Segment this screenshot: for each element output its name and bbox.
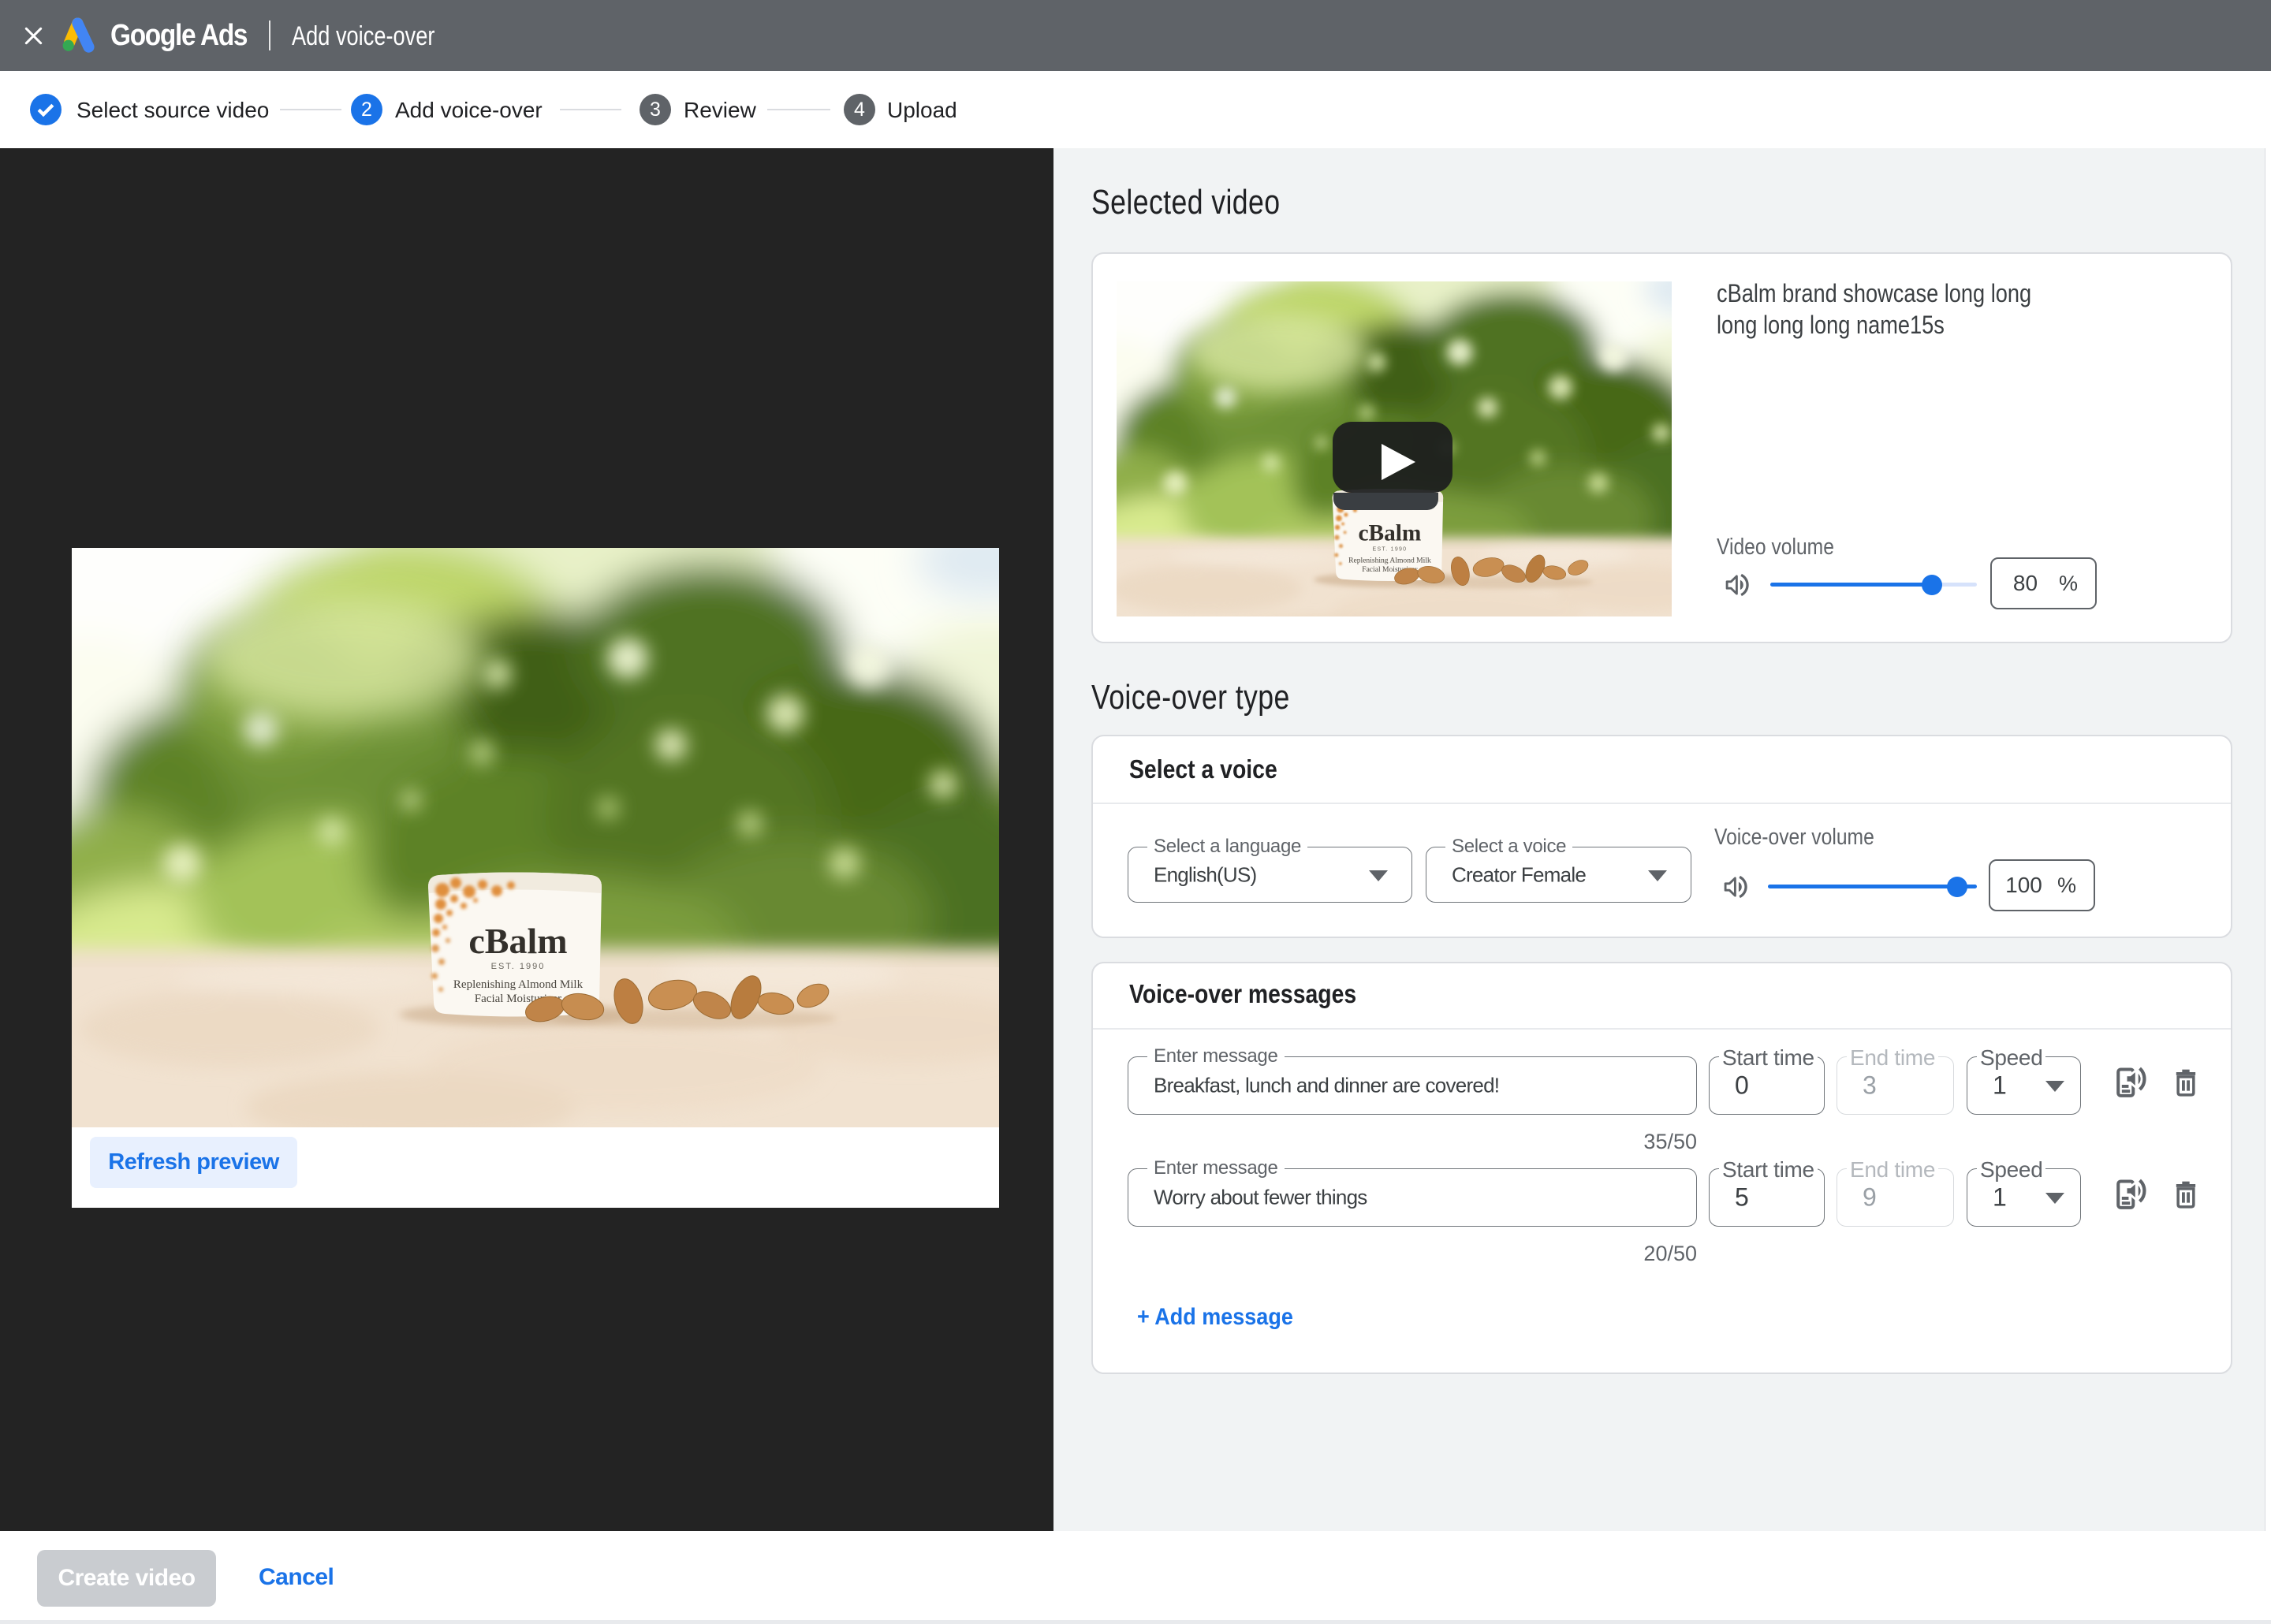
svg-text:EST. 1990: EST. 1990 bbox=[1373, 546, 1408, 552]
svg-text:Replenishing Almond Milk: Replenishing Almond Milk bbox=[1348, 557, 1431, 565]
svg-text:EST. 1990: EST. 1990 bbox=[491, 962, 546, 971]
svg-text:Replenishing Almond Milk: Replenishing Almond Milk bbox=[453, 978, 584, 991]
svg-text:cBalm: cBalm bbox=[468, 921, 567, 961]
svg-text:cBalm: cBalm bbox=[1358, 521, 1421, 546]
